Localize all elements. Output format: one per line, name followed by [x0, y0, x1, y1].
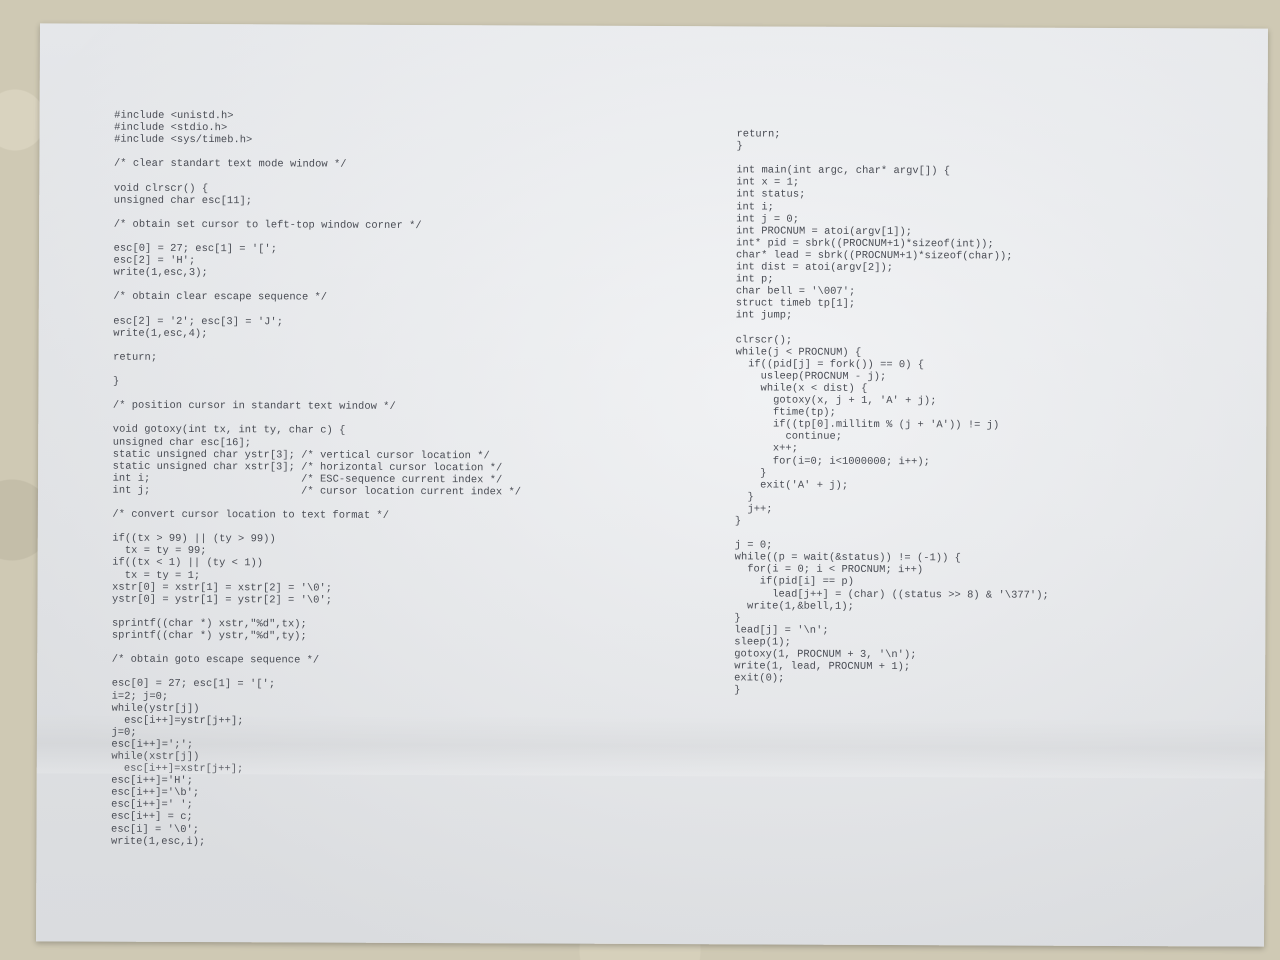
code-listing-right-column: return; } int main(int argc, char* argv[…	[734, 128, 1049, 697]
printed-sheet: #include <unistd.h> #include <stdio.h> #…	[36, 23, 1268, 947]
code-listing-left-column: #include <unistd.h> #include <stdio.h> #…	[98, 109, 522, 848]
